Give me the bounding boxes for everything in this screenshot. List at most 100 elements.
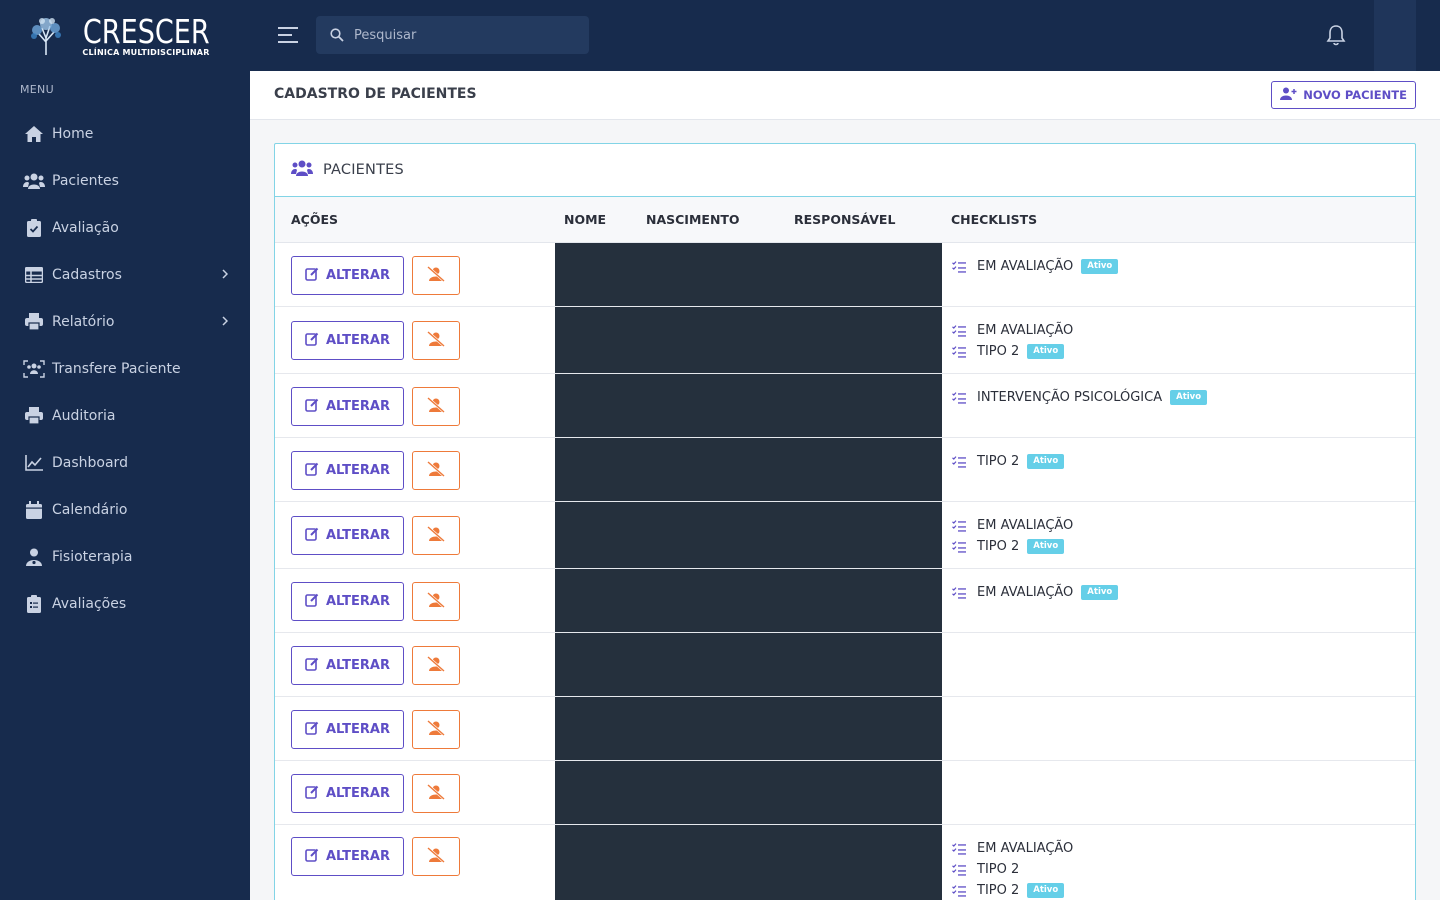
status-badge: Ativo (1170, 390, 1208, 405)
column-header-nascimento[interactable]: NASCIMENTO (646, 212, 740, 227)
checklist-list: TIPO 2 Ativo (952, 451, 1065, 472)
sidebar-item-label: Home (52, 125, 94, 142)
checklist-name: EM AVALIAÇÃO (977, 841, 1074, 856)
edit-icon (305, 721, 319, 739)
list-check-icon (952, 586, 968, 599)
notification-bell-icon[interactable] (1326, 24, 1346, 50)
checklist-name: TIPO 2 (977, 883, 1020, 898)
sidebar-item-auditoria[interactable]: Auditoria (0, 392, 250, 439)
redacted-patient-data (555, 307, 942, 373)
checklist-item[interactable]: EM AVALIAÇÃO (952, 515, 1073, 536)
checklist-item[interactable]: EM AVALIAÇÃO (952, 320, 1073, 341)
chevron-right-icon (222, 314, 229, 330)
sidebar-item-cadastros[interactable]: Cadastros (0, 251, 250, 298)
table-row: ALTERAR (275, 697, 1415, 761)
deactivate-patient-button[interactable] (412, 387, 460, 426)
user-slash-icon (427, 656, 445, 675)
alter-button[interactable]: ALTERAR (291, 646, 404, 685)
checklist-item[interactable]: INTERVENÇÃO PSICOLÓGICA Ativo (952, 387, 1208, 408)
checklist-item[interactable]: TIPO 2 Ativo (952, 880, 1073, 900)
table-row: ALTERAR EM AVALIAÇÃO TIPO 2 TIPO 2 Ativo (275, 825, 1415, 900)
alter-button[interactable]: ALTERAR (291, 710, 404, 749)
sidebar-item-dashboard[interactable]: Dashboard (0, 439, 250, 486)
column-header-checklists[interactable]: CHECKLISTS (951, 212, 1037, 227)
deactivate-patient-button[interactable] (412, 774, 460, 813)
alter-button[interactable]: ALTERAR (291, 837, 404, 876)
deactivate-patient-button[interactable] (412, 582, 460, 621)
checklist-item[interactable]: TIPO 2 Ativo (952, 341, 1073, 362)
new-patient-label: NOVO PACIENTE (1303, 88, 1407, 102)
alter-button[interactable]: ALTERAR (291, 516, 404, 555)
checklist-name: TIPO 2 (977, 862, 1020, 877)
alter-button[interactable]: ALTERAR (291, 256, 404, 295)
alter-button[interactable]: ALTERAR (291, 387, 404, 426)
user-slash-icon (427, 592, 445, 611)
edit-icon (305, 785, 319, 803)
list-check-icon (952, 863, 968, 876)
patients-card: PACIENTES AÇÕES NOME NASCIMENTO RESPONSÁ… (274, 143, 1416, 900)
alter-label: ALTERAR (325, 528, 391, 543)
topbar (250, 0, 1440, 71)
list-check-icon (952, 540, 968, 553)
sidebar-item-fisioterapia[interactable]: Fisioterapia (0, 533, 250, 580)
deactivate-patient-button[interactable] (412, 837, 460, 876)
edit-icon (305, 527, 319, 545)
edit-icon (305, 398, 319, 416)
sidebar-item-label: Relatório (52, 313, 115, 330)
sidebar-item-avaliacao[interactable]: Avaliação (0, 204, 250, 251)
redacted-patient-data (555, 374, 942, 437)
sidebar-item-calendario[interactable]: Calendário (0, 486, 250, 533)
table-header: AÇÕES NOME NASCIMENTO RESPONSÁVEL CHECKL… (275, 197, 1415, 243)
table-row: ALTERAR EM AVALIAÇÃO TIPO 2 Ativo (275, 502, 1415, 569)
sidebar-item-avaliacoes[interactable]: Avaliações (0, 580, 250, 627)
users-transfer-icon (23, 359, 45, 379)
user-slash-icon (427, 397, 445, 416)
alter-button[interactable]: ALTERAR (291, 321, 404, 360)
clipboard-check-icon (23, 218, 45, 238)
redacted-patient-data (555, 438, 942, 501)
user-menu-area[interactable] (1374, 0, 1416, 71)
alter-button[interactable]: ALTERAR (291, 582, 404, 621)
hamburger-menu-icon[interactable] (278, 26, 300, 48)
column-header-responsavel[interactable]: RESPONSÁVEL (794, 212, 895, 227)
checklist-name: TIPO 2 (977, 539, 1020, 554)
redacted-patient-data (555, 825, 942, 900)
checklist-item[interactable]: EM AVALIAÇÃO (952, 838, 1073, 859)
sidebar-item-home[interactable]: Home (0, 110, 250, 157)
alter-button[interactable]: ALTERAR (291, 774, 404, 813)
alter-label: ALTERAR (325, 399, 391, 414)
deactivate-patient-button[interactable] (412, 646, 460, 685)
menu-label: MENU (20, 83, 54, 96)
status-badge: Ativo (1081, 259, 1119, 274)
checklist-item[interactable]: TIPO 2 (952, 859, 1073, 880)
redacted-patient-data (555, 697, 942, 760)
search-input[interactable] (354, 27, 574, 43)
sidebar-item-transfere-paciente[interactable]: Transfere Paciente (0, 345, 250, 392)
deactivate-patient-button[interactable] (412, 321, 460, 360)
sidebar-item-relatorio[interactable]: Relatório (0, 298, 250, 345)
new-patient-button[interactable]: NOVO PACIENTE (1271, 81, 1416, 109)
deactivate-patient-button[interactable] (412, 451, 460, 490)
checklist-item[interactable]: EM AVALIAÇÃO Ativo (952, 582, 1119, 603)
status-badge: Ativo (1027, 344, 1065, 359)
logo-title: CRESCER (82, 11, 210, 51)
list-check-icon (952, 455, 968, 468)
edit-icon (305, 462, 319, 480)
checklist-item[interactable]: TIPO 2 Ativo (952, 536, 1073, 557)
checklist-name: TIPO 2 (977, 454, 1020, 469)
sidebar-item-pacientes[interactable]: Pacientes (0, 157, 250, 204)
user-slash-icon (427, 461, 445, 480)
deactivate-patient-button[interactable] (412, 516, 460, 555)
column-header-nome[interactable]: NOME (564, 212, 606, 227)
sidebar-item-label: Calendário (52, 501, 128, 518)
checklist-list: INTERVENÇÃO PSICOLÓGICA Ativo (952, 387, 1208, 408)
logo[interactable]: CRESCER CLÍNICA MULTIDISCIPLINAR (0, 0, 250, 71)
deactivate-patient-button[interactable] (412, 256, 460, 295)
card-header: PACIENTES (275, 144, 1415, 197)
checklist-item[interactable]: EM AVALIAÇÃO Ativo (952, 256, 1119, 277)
checklist-list: EM AVALIAÇÃO Ativo (952, 256, 1119, 277)
deactivate-patient-button[interactable] (412, 710, 460, 749)
checklist-item[interactable]: TIPO 2 Ativo (952, 451, 1065, 472)
list-check-icon (952, 884, 968, 897)
alter-button[interactable]: ALTERAR (291, 451, 404, 490)
